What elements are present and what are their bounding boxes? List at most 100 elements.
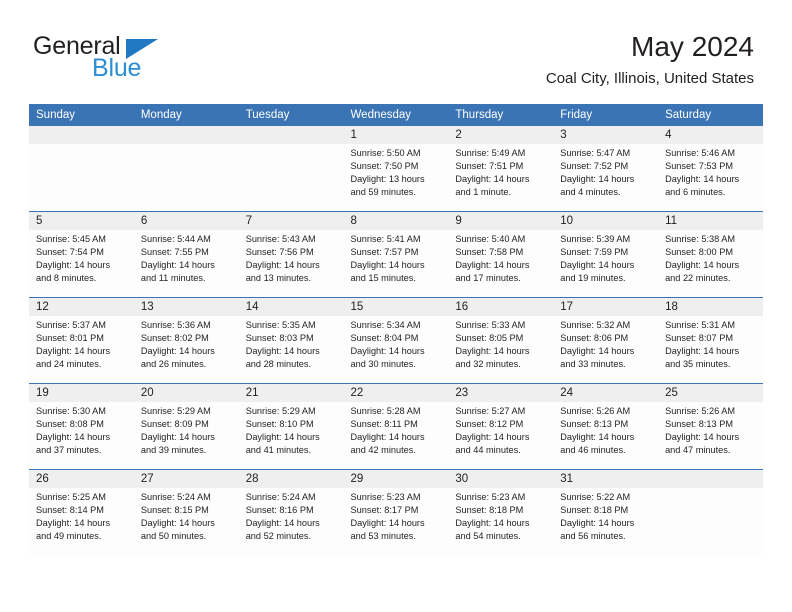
sunset-text: Sunset: 8:07 PM — [665, 333, 733, 344]
day-cell[interactable]: Sunrise: 5:49 AM Sunset: 7:51 PM Dayligh… — [448, 144, 554, 212]
day-cell[interactable]: Sunrise: 5:33 AM Sunset: 8:05 PM Dayligh… — [448, 316, 554, 384]
sunrise-text: Sunrise: 5:34 AM — [350, 320, 421, 330]
day-cell[interactable]: Sunrise: 5:29 AM Sunset: 8:10 PM Dayligh… — [238, 402, 344, 470]
day-cell[interactable]: Sunrise: 5:26 AM Sunset: 8:13 PM Dayligh… — [658, 402, 763, 470]
daylight-text-2: and 11 minutes. — [140, 273, 206, 284]
daylight-text-2: and 22 minutes. — [665, 273, 731, 284]
sunrise-text: Sunrise: 5:50 AM — [350, 148, 421, 158]
sunset-text: Sunset: 7:53 PM — [665, 161, 733, 172]
weekday-header-monday: Monday — [133, 104, 239, 126]
sunset-text: Sunset: 8:08 PM — [36, 419, 104, 430]
day-number: 28 — [238, 469, 344, 488]
day-cell[interactable]: Sunrise: 5:46 AM Sunset: 7:53 PM Dayligh… — [658, 144, 763, 212]
daylight-text-2: and 49 minutes. — [36, 531, 102, 542]
sunrise-text: Sunrise: 5:41 AM — [350, 234, 421, 244]
sunrise-text: Sunrise: 5:43 AM — [245, 234, 316, 244]
sunset-text: Sunset: 8:00 PM — [665, 247, 733, 258]
calendar-body: 1 2 3 4 Sunrise: 5:50 AM Sunset: 7:50 PM… — [29, 126, 763, 555]
daylight-text-1: Daylight: 14 hours — [350, 432, 425, 443]
sunset-text: Sunset: 7:56 PM — [245, 247, 314, 258]
day-cell[interactable]: Sunrise: 5:35 AM Sunset: 8:03 PM Dayligh… — [238, 316, 344, 384]
day-cell[interactable] — [658, 488, 763, 555]
daylight-text-2: and 41 minutes. — [245, 445, 312, 456]
sunrise-text: Sunrise: 5:36 AM — [140, 320, 211, 330]
day-cell[interactable]: Sunrise: 5:24 AM Sunset: 8:16 PM Dayligh… — [238, 488, 344, 555]
day-cell[interactable]: Sunrise: 5:37 AM Sunset: 8:01 PM Dayligh… — [29, 316, 134, 384]
daylight-text-2: and 30 minutes. — [350, 359, 416, 370]
day-cell[interactable]: Sunrise: 5:40 AM Sunset: 7:58 PM Dayligh… — [448, 230, 554, 298]
day-cell[interactable]: Sunrise: 5:28 AM Sunset: 8:11 PM Dayligh… — [343, 402, 449, 470]
sunrise-text: Sunrise: 5:25 AM — [36, 492, 106, 502]
day-cell[interactable]: Sunrise: 5:50 AM Sunset: 7:50 PM Dayligh… — [343, 144, 449, 212]
daylight-text-1: Daylight: 14 hours — [455, 174, 530, 185]
daylight-text-2: and 42 minutes. — [350, 445, 416, 456]
sunrise-text: Sunrise: 5:23 AM — [350, 492, 421, 502]
day-number — [29, 126, 134, 144]
day-cell[interactable]: Sunrise: 5:29 AM Sunset: 8:09 PM Dayligh… — [133, 402, 239, 470]
sunrise-sunset-calendar-table: Sunday Monday Tuesday Wednesday Thursday… — [29, 104, 763, 555]
day-number: 20 — [133, 383, 239, 402]
sunset-text: Sunset: 7:54 PM — [36, 247, 104, 258]
day-cell[interactable] — [29, 144, 134, 212]
day-number: 27 — [133, 469, 239, 488]
day-cell[interactable]: Sunrise: 5:47 AM Sunset: 7:52 PM Dayligh… — [553, 144, 659, 212]
sunrise-text: Sunrise: 5:44 AM — [140, 234, 211, 244]
sunrise-text: Sunrise: 5:35 AM — [245, 320, 316, 330]
day-number: 23 — [448, 383, 554, 402]
day-cell[interactable]: Sunrise: 5:22 AM Sunset: 8:18 PM Dayligh… — [553, 488, 659, 555]
daylight-text-1: Daylight: 14 hours — [245, 432, 320, 443]
day-number: 4 — [658, 126, 763, 144]
daylight-text-1: Daylight: 14 hours — [665, 174, 740, 185]
sunset-text: Sunset: 7:55 PM — [140, 247, 209, 258]
day-number: 15 — [343, 297, 449, 316]
day-cell[interactable]: Sunrise: 5:45 AM Sunset: 7:54 PM Dayligh… — [29, 230, 134, 298]
day-cell[interactable]: Sunrise: 5:44 AM Sunset: 7:55 PM Dayligh… — [133, 230, 239, 298]
daylight-text-2: and 28 minutes. — [245, 359, 312, 370]
day-cell[interactable]: Sunrise: 5:23 AM Sunset: 8:17 PM Dayligh… — [343, 488, 449, 555]
daylight-text-1: Daylight: 14 hours — [665, 260, 740, 271]
daylight-text-2: and 53 minutes. — [350, 531, 416, 542]
daylight-text-2: and 13 minutes. — [245, 273, 312, 284]
day-number: 24 — [553, 383, 659, 402]
daylight-text-2: and 24 minutes. — [36, 359, 102, 370]
sunset-text: Sunset: 8:12 PM — [455, 419, 524, 430]
day-cell[interactable]: Sunrise: 5:23 AM Sunset: 8:18 PM Dayligh… — [448, 488, 554, 555]
day-cell[interactable]: Sunrise: 5:43 AM Sunset: 7:56 PM Dayligh… — [238, 230, 344, 298]
day-number: 19 — [29, 383, 134, 402]
day-details-row: Sunrise: 5:45 AM Sunset: 7:54 PM Dayligh… — [29, 230, 763, 298]
day-cell[interactable] — [238, 144, 344, 212]
day-cell[interactable]: Sunrise: 5:39 AM Sunset: 7:59 PM Dayligh… — [553, 230, 659, 298]
day-cell[interactable]: Sunrise: 5:30 AM Sunset: 8:08 PM Dayligh… — [29, 402, 134, 470]
daylight-text-1: Daylight: 14 hours — [560, 260, 635, 271]
day-cell[interactable]: Sunrise: 5:24 AM Sunset: 8:15 PM Dayligh… — [133, 488, 239, 555]
sunrise-text: Sunrise: 5:47 AM — [560, 148, 631, 158]
daylight-text-1: Daylight: 13 hours — [350, 174, 425, 185]
title-block: May 2024 Coal City, Illinois, United Sta… — [546, 30, 754, 90]
daylight-text-2: and 59 minutes. — [350, 187, 416, 198]
sunset-text: Sunset: 8:11 PM — [350, 419, 418, 430]
daylight-text-1: Daylight: 14 hours — [36, 518, 111, 529]
day-cell[interactable]: Sunrise: 5:38 AM Sunset: 8:00 PM Dayligh… — [658, 230, 763, 298]
sunrise-text: Sunrise: 5:30 AM — [36, 406, 106, 416]
daylight-text-2: and 6 minutes. — [665, 187, 726, 198]
day-number-row: 5 6 7 8 9 10 11 — [29, 211, 763, 230]
general-blue-logo[interactable]: General Blue — [33, 34, 233, 86]
day-number: 11 — [658, 211, 763, 230]
day-cell[interactable]: Sunrise: 5:41 AM Sunset: 7:57 PM Dayligh… — [343, 230, 449, 298]
day-cell[interactable]: Sunrise: 5:26 AM Sunset: 8:13 PM Dayligh… — [553, 402, 659, 470]
daylight-text-1: Daylight: 14 hours — [560, 174, 635, 185]
day-cell[interactable] — [133, 144, 239, 212]
daylight-text-2: and 35 minutes. — [665, 359, 731, 370]
sunrise-text: Sunrise: 5:45 AM — [36, 234, 106, 244]
day-cell[interactable]: Sunrise: 5:27 AM Sunset: 8:12 PM Dayligh… — [448, 402, 554, 470]
day-cell[interactable]: Sunrise: 5:25 AM Sunset: 8:14 PM Dayligh… — [29, 488, 134, 555]
day-cell[interactable]: Sunrise: 5:32 AM Sunset: 8:06 PM Dayligh… — [553, 316, 659, 384]
sunset-text: Sunset: 8:06 PM — [560, 333, 629, 344]
day-cell[interactable]: Sunrise: 5:36 AM Sunset: 8:02 PM Dayligh… — [133, 316, 239, 384]
daylight-text-1: Daylight: 14 hours — [245, 260, 320, 271]
day-cell[interactable]: Sunrise: 5:31 AM Sunset: 8:07 PM Dayligh… — [658, 316, 763, 384]
day-cell[interactable]: Sunrise: 5:34 AM Sunset: 8:04 PM Dayligh… — [343, 316, 449, 384]
sunset-text: Sunset: 7:59 PM — [560, 247, 629, 258]
sunset-text: Sunset: 8:01 PM — [36, 333, 104, 344]
weekday-header-wednesday: Wednesday — [343, 104, 449, 126]
